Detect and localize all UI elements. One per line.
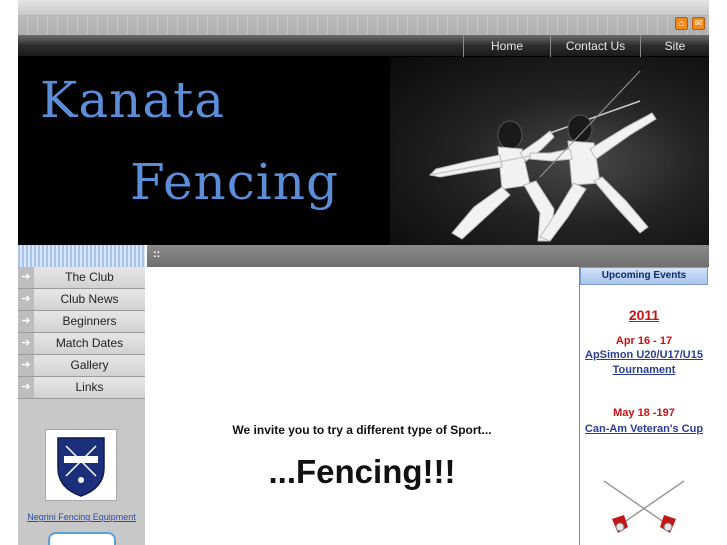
sidebar-item-label: Beginners — [62, 314, 117, 328]
negrini-crest-icon — [57, 437, 105, 497]
sponsor-logo[interactable] — [48, 532, 116, 545]
fencers-photo — [390, 57, 709, 245]
fencing-headline: ...Fencing!!! — [268, 453, 456, 490]
arrow-right-icon: ➔ — [18, 267, 34, 288]
sidebar-item-club-news[interactable]: ➔ Club News — [18, 289, 145, 311]
sidebar-item-label: Match Dates — [55, 336, 124, 350]
sidebar-item-match-dates[interactable]: ➔ Match Dates — [18, 333, 145, 355]
arrow-right-icon: ➔ — [18, 333, 34, 354]
sidebar-item-label: Club News — [60, 292, 119, 306]
arrow-right-icon: ➔ — [18, 311, 34, 332]
nav-home-link[interactable]: Home — [463, 35, 550, 57]
nav-links: Home Contact Us Site map — [463, 35, 709, 75]
banner-title-line1: Kanata — [40, 71, 226, 129]
sidebar-item-label: Gallery — [70, 358, 109, 372]
strip-dots: :: — [153, 248, 161, 260]
events-column: Upcoming Events 2011 Apr 16 - 17 ApSimon… — [579, 267, 709, 545]
nav-contact-link[interactable]: Contact Us — [550, 35, 640, 57]
mail-icon[interactable]: ✉ — [692, 17, 705, 30]
content-header-strip: :: — [145, 245, 709, 267]
events-heading: Upcoming Events — [580, 267, 708, 285]
sidebar-item-label: Links — [75, 380, 104, 394]
arrow-right-icon: ➔ — [18, 289, 34, 310]
arrow-right-icon: ➔ — [18, 355, 34, 376]
sidebar-item-the-club[interactable]: ➔ The Club — [18, 267, 145, 289]
top-bar — [18, 0, 709, 16]
toolbar-strip — [18, 16, 709, 35]
banner-title-line2: Fencing — [130, 153, 339, 211]
event-date: May 18 -197 — [613, 407, 675, 419]
negrini-equipment-link[interactable]: Negrini Fencing Equipment — [18, 512, 145, 522]
event-link[interactable]: Can-Am Veteran's Cup — [580, 422, 708, 437]
sidebar: ➔ The Club ➔ Club News ➔ Beginners ➔ Mat… — [18, 267, 145, 545]
sidebar-item-label: The Club — [65, 270, 114, 284]
fencers-illustration — [428, 70, 657, 242]
crossed-swords-icon — [603, 480, 685, 533]
arrow-right-icon: ➔ — [18, 377, 34, 398]
home-icon[interactable]: ⌂ — [675, 17, 688, 30]
event-date: Apr 16 - 17 — [615, 335, 673, 347]
sidebar-item-beginners[interactable]: ➔ Beginners — [18, 311, 145, 333]
page: ⌂ ✉ Home Contact Us Site map Kanata Fenc… — [18, 0, 709, 545]
sidebar-item-gallery[interactable]: ➔ Gallery — [18, 355, 145, 377]
events-year-link[interactable]: 2011 — [580, 307, 708, 323]
event-link[interactable]: ApSimon U20/U17/U15 Tournament — [580, 348, 708, 378]
sidebar-header-strip — [18, 245, 145, 267]
nav-sitemap-link[interactable]: Site map — [640, 35, 709, 75]
main-content: We invite you to try a different type of… — [147, 267, 577, 545]
sidebar-item-links[interactable]: ➔ Links — [18, 377, 145, 399]
header-banner: Kanata Fencing — [18, 57, 709, 245]
top-navigation: Home Contact Us Site map — [18, 35, 709, 75]
negrini-logo[interactable] — [45, 429, 117, 501]
invite-text: We invite you to try a different type of… — [232, 423, 492, 437]
